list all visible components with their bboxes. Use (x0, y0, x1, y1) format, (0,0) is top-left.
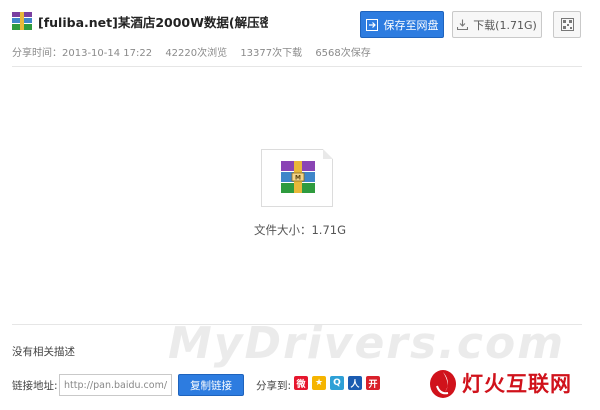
file-meta: 分享时间：2013-10-14 17:22 42220次浏览 13377次下载 … (12, 44, 381, 59)
qzone-icon[interactable]: ★ (312, 376, 326, 390)
header-divider (12, 66, 582, 67)
share-time: 分享时间：2013-10-14 17:22 (12, 48, 153, 59)
share-icons: 微 ★ Q 人 开 (294, 376, 380, 390)
kaixin-icon[interactable]: 开 (366, 376, 380, 390)
file-preview: M (261, 149, 333, 207)
download-button[interactable]: 下载(1.71G) (452, 11, 542, 38)
brand-name: 灯火互联网 (462, 372, 572, 396)
file-size: 文件大小：1.71G (253, 223, 347, 237)
qr-code-icon (560, 18, 574, 31)
qq-weibo-icon[interactable]: Q (330, 376, 344, 390)
rar-archive-icon (12, 12, 32, 30)
file-title: [fuliba.net]某酒店2000W数据(解压密... (38, 15, 268, 30)
link-input[interactable] (59, 374, 172, 396)
renren-icon[interactable]: 人 (348, 376, 362, 390)
save-button-label: 保存至网盘 (383, 18, 439, 32)
svg-text:M: M (295, 175, 301, 182)
copy-link-button[interactable]: 复制链接 (178, 374, 244, 396)
download-button-label: 下载(1.71G) (473, 18, 537, 32)
save-to-netdisk-button[interactable]: 保存至网盘 (360, 11, 444, 38)
weibo-icon[interactable]: 微 (294, 376, 308, 390)
save-icon (365, 18, 378, 31)
link-label: 链接地址: (12, 380, 58, 392)
qr-code-button[interactable] (553, 11, 581, 38)
download-count: 13377次下载 (240, 48, 303, 59)
rar-archive-icon: M (281, 161, 315, 193)
brand-logo-block: 灯火互联网 (428, 366, 572, 400)
save-count: 6568次保存 (315, 48, 371, 59)
view-count: 42220次浏览 (165, 48, 228, 59)
page-fold (323, 149, 333, 159)
download-icon (457, 19, 469, 30)
flame-logo-icon (430, 370, 456, 398)
mydrivers-watermark: MyDrivers.com (168, 318, 566, 369)
description-text: 没有相关描述 (12, 346, 75, 358)
file-header: [fuliba.net]某酒店2000W数据(解压密... 分享时间：2013-… (0, 0, 600, 66)
share-label: 分享到: (256, 380, 292, 392)
